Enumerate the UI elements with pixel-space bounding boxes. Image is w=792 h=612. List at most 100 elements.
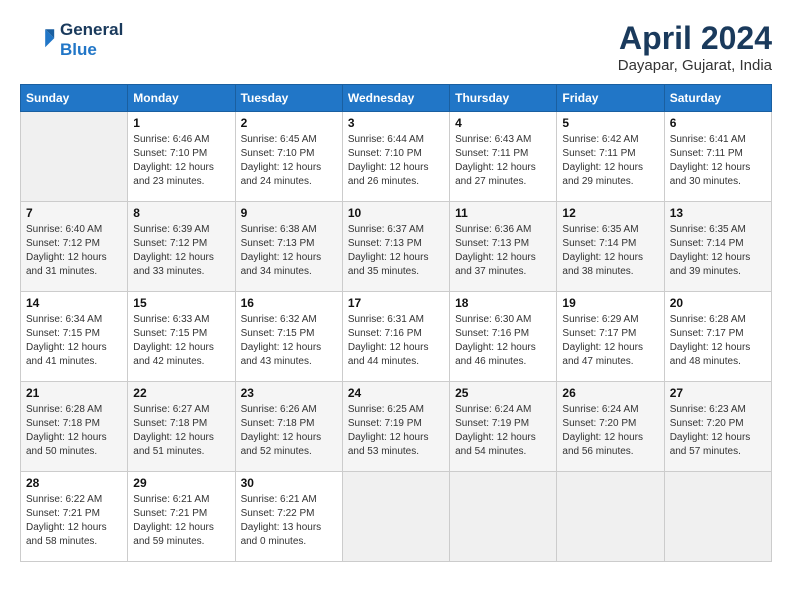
day-number: 25 — [455, 386, 551, 400]
day-info: Sunrise: 6:35 AMSunset: 7:14 PMDaylight:… — [562, 223, 658, 279]
day-info: Sunrise: 6:22 AMSunset: 7:21 PMDaylight:… — [26, 493, 122, 549]
day-info: Sunrise: 6:33 AMSunset: 7:15 PMDaylight:… — [133, 313, 229, 369]
day-number: 17 — [348, 296, 444, 310]
day-number: 30 — [241, 476, 337, 490]
calendar-cell: 23 Sunrise: 6:26 AMSunset: 7:18 PMDayligh… — [235, 382, 342, 472]
calendar-cell — [342, 472, 449, 562]
weekday-header: Saturday — [664, 85, 771, 112]
calendar-cell — [450, 472, 557, 562]
day-info: Sunrise: 6:23 AMSunset: 7:20 PMDaylight:… — [670, 403, 766, 459]
day-info: Sunrise: 6:24 AMSunset: 7:19 PMDaylight:… — [455, 403, 551, 459]
day-number: 13 — [670, 206, 766, 220]
calendar-cell — [664, 472, 771, 562]
title-area: April 2024 Dayapar, Gujarat, India — [618, 20, 772, 74]
day-number: 15 — [133, 296, 229, 310]
day-number: 11 — [455, 206, 551, 220]
location: Dayapar, Gujarat, India — [618, 57, 772, 74]
logo-icon — [20, 22, 56, 58]
day-number: 20 — [670, 296, 766, 310]
day-number: 22 — [133, 386, 229, 400]
calendar-cell: 5 Sunrise: 6:42 AMSunset: 7:11 PMDaylight… — [557, 112, 664, 202]
calendar-cell: 21 Sunrise: 6:28 AMSunset: 7:18 PMDayligh… — [21, 382, 128, 472]
day-info: Sunrise: 6:29 AMSunset: 7:17 PMDaylight:… — [562, 313, 658, 369]
calendar-cell: 10Sunrise: 6:37 AMSunset: 7:13 PMDayligh… — [342, 202, 449, 292]
day-number: 10 — [348, 206, 444, 220]
day-number: 29 — [133, 476, 229, 490]
calendar-cell: 30 Sunrise: 6:21 AMSunset: 7:22 PMDayligh… — [235, 472, 342, 562]
weekday-header: Thursday — [450, 85, 557, 112]
calendar-cell: 1 Sunrise: 6:46 AMSunset: 7:10 PMDaylight… — [128, 112, 235, 202]
calendar-cell: 28 Sunrise: 6:22 AMSunset: 7:21 PMDayligh… — [21, 472, 128, 562]
calendar-cell: 17Sunrise: 6:31 AMSunset: 7:16 PMDayligh… — [342, 292, 449, 382]
day-info: Sunrise: 6:26 AMSunset: 7:18 PMDaylight:… — [241, 403, 337, 459]
weekday-header: Friday — [557, 85, 664, 112]
day-info: Sunrise: 6:36 AMSunset: 7:13 PMDaylight:… — [455, 223, 551, 279]
day-number: 28 — [26, 476, 122, 490]
header-row: SundayMondayTuesdayWednesdayThursdayFrid… — [21, 85, 772, 112]
day-info: Sunrise: 6:25 AMSunset: 7:19 PMDaylight:… — [348, 403, 444, 459]
weekday-header: Sunday — [21, 85, 128, 112]
calendar-cell: 6Sunrise: 6:41 AMSunset: 7:11 PMDaylight… — [664, 112, 771, 202]
day-info: Sunrise: 6:32 AMSunset: 7:15 PMDaylight:… — [241, 313, 337, 369]
day-info: Sunrise: 6:21 AMSunset: 7:21 PMDaylight:… — [133, 493, 229, 549]
day-number: 6 — [670, 116, 766, 130]
day-info: Sunrise: 6:45 AMSunset: 7:10 PMDaylight:… — [241, 133, 337, 189]
day-number: 12 — [562, 206, 658, 220]
calendar-week-row: 14Sunrise: 6:34 AMSunset: 7:15 PMDayligh… — [21, 292, 772, 382]
day-number: 26 — [562, 386, 658, 400]
calendar-cell: 29 Sunrise: 6:21 AMSunset: 7:21 PMDayligh… — [128, 472, 235, 562]
day-info: Sunrise: 6:28 AMSunset: 7:18 PMDaylight:… — [26, 403, 122, 459]
calendar-cell: 16 Sunrise: 6:32 AMSunset: 7:15 PMDayligh… — [235, 292, 342, 382]
calendar-cell: 15 Sunrise: 6:33 AMSunset: 7:15 PMDayligh… — [128, 292, 235, 382]
calendar-cell: 7Sunrise: 6:40 AMSunset: 7:12 PMDaylight… — [21, 202, 128, 292]
weekday-header: Wednesday — [342, 85, 449, 112]
day-number: 5 — [562, 116, 658, 130]
day-info: Sunrise: 6:44 AMSunset: 7:10 PMDaylight:… — [348, 133, 444, 189]
day-number: 1 — [133, 116, 229, 130]
calendar-cell: 3 Sunrise: 6:44 AMSunset: 7:10 PMDaylight… — [342, 112, 449, 202]
calendar-cell: 27 Sunrise: 6:23 AMSunset: 7:20 PMDayligh… — [664, 382, 771, 472]
calendar-cell: 14Sunrise: 6:34 AMSunset: 7:15 PMDayligh… — [21, 292, 128, 382]
day-number: 9 — [241, 206, 337, 220]
day-info: Sunrise: 6:46 AMSunset: 7:10 PMDaylight:… — [133, 133, 229, 189]
day-info: Sunrise: 6:34 AMSunset: 7:15 PMDaylight:… — [26, 313, 122, 369]
calendar-week-row: 7Sunrise: 6:40 AMSunset: 7:12 PMDaylight… — [21, 202, 772, 292]
day-number: 27 — [670, 386, 766, 400]
calendar-cell: 9Sunrise: 6:38 AMSunset: 7:13 PMDaylight… — [235, 202, 342, 292]
day-info: Sunrise: 6:24 AMSunset: 7:20 PMDaylight:… — [562, 403, 658, 459]
calendar-cell: 20 Sunrise: 6:28 AMSunset: 7:17 PMDayligh… — [664, 292, 771, 382]
calendar-cell: 25 Sunrise: 6:24 AMSunset: 7:19 PMDayligh… — [450, 382, 557, 472]
day-number: 23 — [241, 386, 337, 400]
calendar-table: SundayMondayTuesdayWednesdayThursdayFrid… — [20, 84, 772, 562]
logo: General Blue — [20, 20, 123, 60]
calendar-week-row: 21 Sunrise: 6:28 AMSunset: 7:18 PMDayligh… — [21, 382, 772, 472]
calendar-week-row: 28 Sunrise: 6:22 AMSunset: 7:21 PMDayligh… — [21, 472, 772, 562]
day-number: 21 — [26, 386, 122, 400]
day-info: Sunrise: 6:39 AMSunset: 7:12 PMDaylight:… — [133, 223, 229, 279]
calendar-cell: 13 Sunrise: 6:35 AMSunset: 7:14 PMDayligh… — [664, 202, 771, 292]
page-header: General Blue April 2024 Dayapar, Gujarat… — [20, 20, 772, 74]
calendar-cell: 26 Sunrise: 6:24 AMSunset: 7:20 PMDayligh… — [557, 382, 664, 472]
day-number: 18 — [455, 296, 551, 310]
day-number: 19 — [562, 296, 658, 310]
day-info: Sunrise: 6:30 AMSunset: 7:16 PMDaylight:… — [455, 313, 551, 369]
day-number: 16 — [241, 296, 337, 310]
calendar-cell: 8 Sunrise: 6:39 AMSunset: 7:12 PMDaylight… — [128, 202, 235, 292]
day-info: Sunrise: 6:42 AMSunset: 7:11 PMDaylight:… — [562, 133, 658, 189]
day-info: Sunrise: 6:40 AMSunset: 7:12 PMDaylight:… — [26, 223, 122, 279]
day-number: 8 — [133, 206, 229, 220]
calendar-cell: 22Sunrise: 6:27 AMSunset: 7:18 PMDayligh… — [128, 382, 235, 472]
day-info: Sunrise: 6:21 AMSunset: 7:22 PMDaylight:… — [241, 493, 337, 549]
calendar-week-row: 1 Sunrise: 6:46 AMSunset: 7:10 PMDaylight… — [21, 112, 772, 202]
day-info: Sunrise: 6:28 AMSunset: 7:17 PMDaylight:… — [670, 313, 766, 369]
weekday-header: Monday — [128, 85, 235, 112]
day-info: Sunrise: 6:35 AMSunset: 7:14 PMDaylight:… — [670, 223, 766, 279]
calendar-cell: 4 Sunrise: 6:43 AMSunset: 7:11 PMDaylight… — [450, 112, 557, 202]
calendar-cell: 24Sunrise: 6:25 AMSunset: 7:19 PMDayligh… — [342, 382, 449, 472]
day-info: Sunrise: 6:43 AMSunset: 7:11 PMDaylight:… — [455, 133, 551, 189]
day-number: 3 — [348, 116, 444, 130]
calendar-cell — [21, 112, 128, 202]
day-number: 2 — [241, 116, 337, 130]
day-number: 4 — [455, 116, 551, 130]
logo-text: General Blue — [60, 20, 123, 60]
